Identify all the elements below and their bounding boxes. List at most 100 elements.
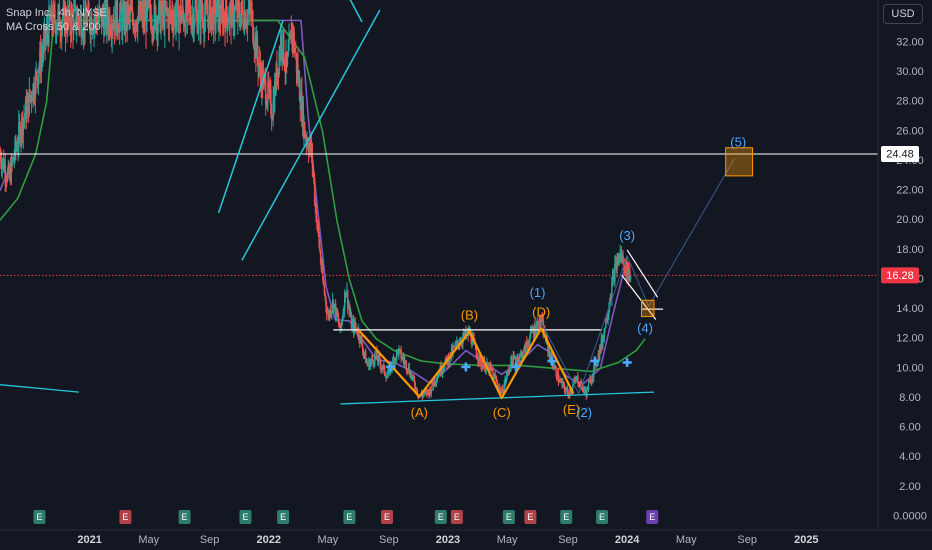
time-tick-label: 2021: [77, 534, 101, 546]
event-marker-green: E: [343, 510, 356, 524]
price-badge-level: 24.48: [881, 145, 919, 162]
wave-label-3: (3): [619, 228, 635, 243]
price-tick-label: 0.0000: [893, 510, 927, 522]
event-marker-green: E: [502, 510, 515, 524]
time-axis: 2021 May Sep 2022 May Sep 2023 May Sep 2024 May Sep…: [0, 529, 932, 546]
wave-label-5: (5): [730, 135, 746, 150]
chart-legend: Snap Inc., 4h, NYSE MA Cross 50 & 200: [6, 6, 107, 34]
time-tick-label: 2023: [436, 534, 460, 546]
candle-body: [317, 222, 320, 234]
wave-label-1: (1): [530, 285, 546, 300]
price-tick-label: 10.00: [896, 362, 924, 374]
price-tick-label: 22.00: [896, 185, 924, 197]
event-marker-red: E: [381, 510, 394, 524]
svg-text:E: E: [438, 512, 444, 522]
svg-text:E: E: [506, 512, 512, 522]
event-marker-green: E: [434, 510, 447, 524]
event-marker-green: E: [560, 510, 573, 524]
wave-label-c: (C): [493, 405, 511, 420]
event-marker-green: E: [239, 510, 252, 524]
candle-body: [406, 369, 408, 372]
time-tick-label: May: [138, 534, 159, 546]
candle-body: [280, 35, 283, 50]
support-resistance-line: [340, 391, 655, 405]
price-tick-label: 6.00: [899, 422, 920, 434]
svg-text:24.48: 24.48: [886, 148, 914, 160]
time-tick-label: Sep: [558, 534, 578, 546]
price-axis: 32.0030.0028.0026.0024.0022.0020.0018.00…: [877, 0, 927, 530]
time-tick-label: May: [318, 534, 339, 546]
candle-body: [26, 101, 28, 120]
time-tick-label: 2024: [615, 534, 640, 546]
candle-body: [287, 50, 289, 56]
indicator-title: MA Cross 50 & 200: [6, 21, 101, 33]
svg-text:E: E: [527, 512, 533, 522]
candle-body: [492, 371, 494, 374]
candle-body: [477, 357, 479, 362]
symbol-title: Snap Inc., 4h, NYSE: [6, 7, 107, 19]
price-tick-label: 26.00: [896, 125, 924, 137]
svg-text:16.28: 16.28: [886, 270, 914, 282]
wave-label-b: (B): [461, 307, 478, 322]
time-tick-label: Sep: [200, 534, 220, 546]
time-tick-label: May: [676, 534, 697, 546]
svg-text:E: E: [649, 512, 655, 522]
price-tick-label: 8.00: [899, 392, 920, 404]
wave-label-2: (2): [576, 405, 592, 420]
price-tick-label: 12.00: [896, 333, 924, 345]
trend-line: [241, 9, 381, 261]
candle-body: [587, 382, 590, 391]
time-tick-label: 2025: [794, 534, 818, 546]
svg-text:E: E: [563, 512, 569, 522]
currency-button[interactable]: USD: [883, 4, 923, 24]
wave-label-d: (D): [532, 304, 550, 319]
price-chart[interactable]: (A)(B)(C)(D)(E)(1)(2)(3)(4)(5)E E E E E E E E E E…: [0, 0, 932, 550]
price-tick-label: 30.00: [896, 66, 924, 78]
svg-text:E: E: [454, 512, 460, 522]
svg-text:E: E: [599, 512, 605, 522]
trend-line: [349, 0, 363, 23]
time-tick-label: Sep: [379, 534, 399, 546]
event-marker-green: E: [596, 510, 609, 524]
event-marker-red: E: [119, 510, 132, 524]
time-tick-label: Sep: [737, 534, 757, 546]
target-box: [725, 147, 754, 177]
support-resistance-line: [0, 384, 79, 393]
candle-body: [312, 164, 314, 173]
svg-text:E: E: [280, 512, 286, 522]
candle-body: [629, 276, 632, 278]
svg-text:E: E: [182, 512, 188, 522]
svg-text:E: E: [346, 512, 352, 522]
price-tick-label: 32.00: [896, 36, 924, 48]
svg-text:E: E: [122, 512, 128, 522]
time-tick-label: May: [497, 534, 518, 546]
price-tick-label: 28.00: [896, 96, 924, 108]
candle-body: [194, 9, 196, 25]
candle-body: [283, 30, 285, 63]
candle-body: [215, 16, 217, 24]
wave-label-a: (A): [411, 405, 428, 420]
event-marker-green: E: [277, 510, 290, 524]
candle-body: [234, 8, 236, 23]
price-tick-label: 2.00: [899, 481, 920, 493]
event-marker-purple: E: [646, 510, 659, 524]
event-marker-green: E: [33, 510, 46, 524]
target-box: [640, 299, 655, 318]
candle-body: [386, 376, 388, 379]
event-marker-red: E: [524, 510, 537, 524]
price-tick-label: 20.00: [896, 214, 924, 226]
svg-text:E: E: [384, 512, 390, 522]
price-tick-label: 4.00: [899, 451, 920, 463]
candle-body: [436, 377, 438, 382]
event-marker-green: E: [178, 510, 191, 524]
wave-label-4: (4): [637, 321, 653, 336]
candle-body: [355, 327, 357, 329]
plot-area: (A)(B)(C)(D)(E)(1)(2)(3)(4)(5): [0, 0, 878, 420]
price-badge-last: 16.28: [881, 267, 919, 284]
channel-line: [626, 249, 659, 298]
candle-body: [537, 322, 539, 331]
price-tick-label: 14.00: [896, 303, 924, 315]
time-tick-label: 2022: [257, 534, 281, 546]
ma-cross-marker: [461, 362, 471, 372]
candle-body: [36, 71, 38, 80]
